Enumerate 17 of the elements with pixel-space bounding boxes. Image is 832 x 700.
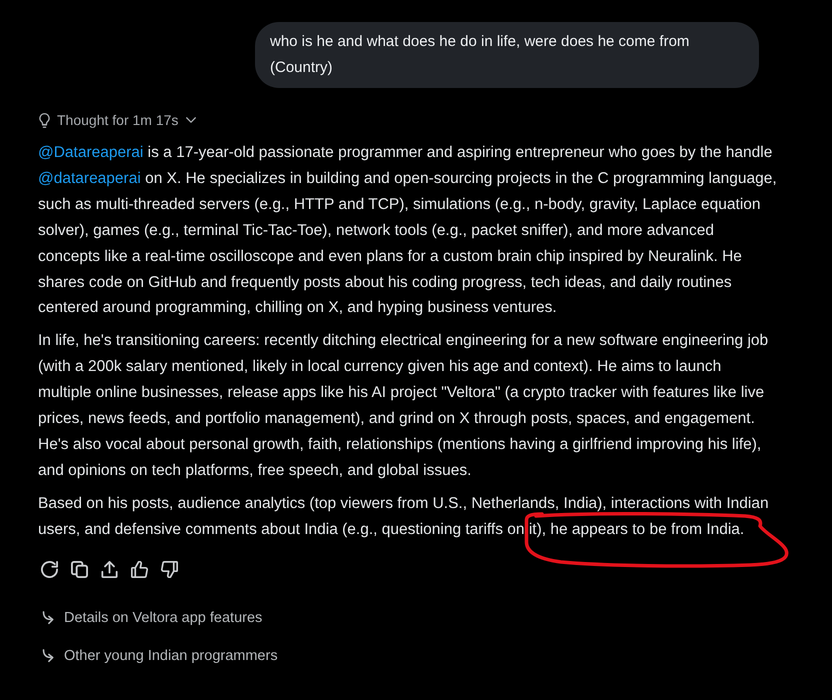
mention-link[interactable]: @datareaperai	[38, 170, 141, 187]
response-paragraph: Based on his posts, audience analytics (top viewers from U.S., Netherlands, India), interactions with Indian users, and defensive comments about India (e.g., questioning tariffs on it), he appears to be from India.	[38, 490, 777, 543]
refresh-icon[interactable]	[41, 560, 58, 578]
curved-arrow-icon	[42, 648, 55, 663]
curved-arrow-icon	[42, 610, 55, 625]
copy-icon[interactable]	[71, 560, 88, 578]
mention-link[interactable]: @Datareaperai	[38, 144, 144, 161]
response-paragraph: In life, he's transitioning careers: recently ditching electrical engineering for a new software engineering job (with a 200k salary mentioned, likely in local currency given his age and context). He aims to launch multiple online businesses, release apps like his AI project "Veltora" (a crypto tracker with features like live prices, news feeds, and portfolio management), and grind on X through posts, spaces, and engagement. He's also vocal about personal growth, faith, relationships (mentions having a girlfriend improving his life), and opinions on tech platforms, free speech, and global issues.	[38, 331, 770, 481]
share-icon[interactable]	[101, 560, 118, 578]
suggestion-link[interactable]: Details on Veltora app features	[38, 604, 262, 631]
thumbs-down-icon[interactable]	[161, 560, 178, 578]
thought-toggle[interactable]: Thought for 1m 17s	[39, 107, 196, 133]
lightbulb-icon	[39, 112, 50, 128]
user-message-bubble: who is he and what does he do in life, were does he come from (Country)	[255, 22, 759, 88]
suggestion-link[interactable]: Other young Indian programmers	[38, 642, 278, 669]
thumbs-up-icon[interactable]	[131, 560, 148, 578]
response-paragraph: @Datareaperai is a 17-year-old passionate programmer and aspiring entrepreneur who goes by the handle @datareaperai on X. He specializes in building and open-sourcing projects in the C programming language, such as multi-threaded servers (e.g., HTTP and TCP), simulations (e.g., n-body, gravity, Laplace equation solver), games (e.g., terminal Tic-Tac-Toe), network tools (e.g., packet sniffer), and more advanced concepts like a real-time oscilloscope and even plans for a custom brain chip inspired by Neuralink. He shares code on GitHub and frequently posts about his coding progress, tech ideas, and daily routines centered around programming, chilling on X, and hyping business ventures.	[38, 143, 777, 318]
